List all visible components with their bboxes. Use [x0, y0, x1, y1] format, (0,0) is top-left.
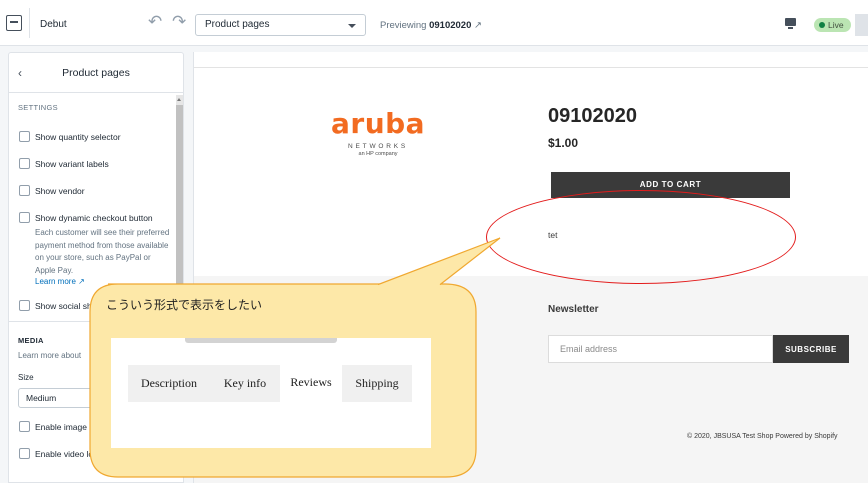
- checkbox[interactable]: [19, 158, 30, 169]
- media-help-link[interactable]: Learn more about: [18, 351, 81, 360]
- page-type-select[interactable]: Product pages: [195, 14, 366, 36]
- checkbox-label: Show social sh: [35, 301, 92, 311]
- sidebar-header: ‹ Product pages: [9, 53, 183, 93]
- product-title: 09102020: [548, 105, 637, 127]
- checkbox[interactable]: [19, 421, 30, 432]
- live-badge: Live: [814, 18, 851, 32]
- preview-header-strip: [194, 52, 868, 68]
- checkbox-label: Show vendor: [35, 186, 85, 196]
- logo-subtitle: NETWORKS: [348, 143, 409, 150]
- tab-reviews: Reviews: [280, 365, 342, 402]
- example-top-bar: [185, 338, 337, 343]
- external-link-icon: ↗: [474, 20, 482, 31]
- redo-icon[interactable]: ↷: [172, 13, 186, 30]
- theme-name: Debut: [40, 19, 67, 30]
- logo-tagline: an HP company: [358, 151, 398, 157]
- checkbox-label: Enable image: [35, 422, 87, 432]
- desktop-icon[interactable]: [785, 18, 796, 29]
- sidebar-title: Product pages: [62, 67, 130, 79]
- tab-key-info: Key info: [210, 365, 280, 402]
- product-image-aruba-logo[interactable]: aruba NETWORKS an HP company: [331, 107, 426, 158]
- previewing-prefix: Previewing: [380, 20, 427, 31]
- product-price: $1.00: [548, 136, 579, 150]
- settings-heading: SETTINGS: [18, 103, 58, 112]
- add-to-cart-button[interactable]: ADD TO CART: [551, 172, 790, 198]
- previewing-label[interactable]: Previewing 09102020 ↗: [380, 20, 482, 31]
- newsletter-title: Newsletter: [548, 304, 599, 315]
- media-heading: MEDIA: [18, 336, 44, 345]
- tab-description: Description: [128, 365, 210, 402]
- checkbox[interactable]: [19, 300, 30, 311]
- chevron-down-icon: [348, 24, 356, 28]
- tab-shipping: Shipping: [342, 365, 412, 402]
- editor-topbar: Debut ↶ ↷ Product pages Previewing 09102…: [0, 0, 868, 46]
- copyright-text: © 2020, JBSUSA Test Shop Powered by Shop…: [687, 433, 838, 440]
- previewing-product: 09102020: [429, 20, 472, 31]
- external-link-icon: ↗: [78, 277, 85, 286]
- newsletter-email-input[interactable]: [548, 335, 773, 363]
- checkout-help-text: Each customer will see their preferred p…: [35, 228, 170, 275]
- topbar-save-edge[interactable]: [855, 14, 868, 36]
- checkbox[interactable]: [19, 185, 30, 196]
- learn-more-link[interactable]: Learn more ↗: [35, 277, 85, 286]
- size-label: Size: [18, 373, 34, 382]
- callout-text: こういう形式で表示をしたい: [106, 298, 263, 312]
- checkbox-label: Show variant labels: [35, 159, 109, 169]
- checkbox[interactable]: [19, 131, 30, 142]
- checkbox[interactable]: [19, 448, 30, 459]
- subscribe-button[interactable]: SUBSCRIBE: [773, 335, 849, 363]
- tabs-example-image: Description Key info Reviews Shipping: [111, 338, 431, 448]
- exit-icon[interactable]: [6, 15, 22, 31]
- undo-icon[interactable]: ↶: [148, 13, 162, 30]
- topbar-divider: [29, 8, 30, 38]
- product-description: tet: [548, 230, 558, 240]
- page-type-value: Product pages: [205, 19, 270, 30]
- checkbox-label: Show dynamic checkout button: [35, 213, 153, 223]
- checkbox[interactable]: [19, 212, 30, 223]
- logo-wordmark: aruba: [331, 107, 426, 140]
- checkbox-label: Show quantity selector: [35, 132, 121, 142]
- section-divider: [9, 321, 183, 322]
- checkbox-label: Enable video lo: [35, 449, 94, 459]
- learn-more-label: Learn more: [35, 277, 76, 286]
